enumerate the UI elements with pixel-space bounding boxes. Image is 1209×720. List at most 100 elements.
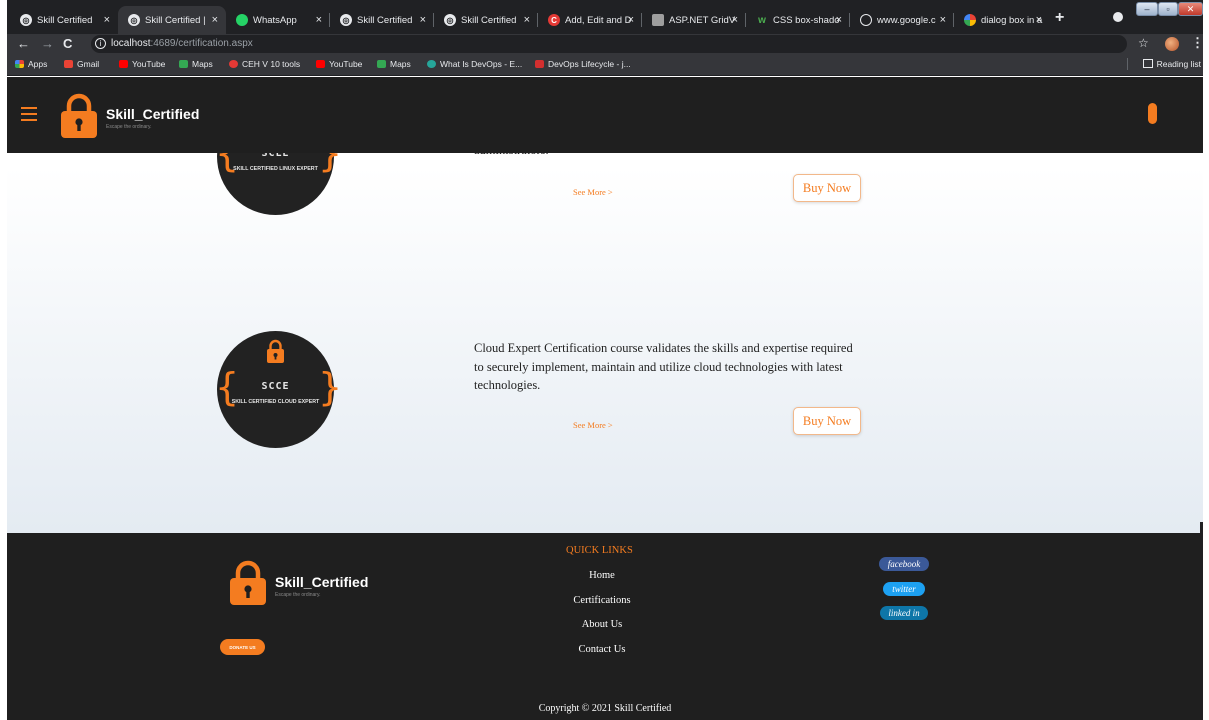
page-content: { } SCLE SKILL CERTIFIED LINUX EXPERT ad… — [7, 77, 1203, 720]
tab-close-icon[interactable]: × — [212, 14, 218, 26]
header-action-button[interactable] — [1148, 103, 1157, 124]
footer-link-about-us[interactable]: About Us — [542, 619, 662, 630]
see-more-link[interactable]: See More > — [573, 420, 613, 430]
url-text[interactable]: localhost:4689/certification.aspx — [111, 38, 253, 49]
bookmark-label: YouTube — [132, 59, 166, 69]
whatsapp-icon — [236, 14, 248, 26]
tab-1[interactable]: ◎ Skill Certified | × — [118, 6, 226, 34]
tab-4[interactable]: ◎ Skill Certified × — [434, 6, 538, 34]
globe-icon: ◎ — [444, 14, 456, 26]
bookmark-label: What Is DevOps - E... — [440, 59, 523, 69]
scrollbar-thumb[interactable] — [1200, 522, 1203, 720]
bookmark-maps[interactable]: Maps — [179, 59, 213, 69]
cert-description: Cloud Expert Certification course valida… — [474, 341, 853, 392]
tab-close-icon[interactable]: × — [1036, 14, 1042, 26]
globe-icon: ◎ — [128, 14, 140, 26]
tab-8[interactable]: www.google.c × — [850, 6, 954, 34]
close-window-icon[interactable]: ✕ — [1178, 2, 1203, 16]
info-icon[interactable]: i — [95, 38, 106, 49]
bookmark-ceh[interactable]: CEH V 10 tools — [229, 59, 300, 69]
bookmark-youtube[interactable]: YouTube — [119, 59, 165, 69]
see-more-link[interactable]: See More > — [573, 187, 613, 197]
bookmarks-bar: Apps Gmail YouTube Maps CEH V 10 tools Y… — [7, 54, 1203, 76]
star-icon[interactable]: ☆ — [1138, 36, 1149, 50]
bookmark-label: Maps — [192, 59, 213, 69]
edureka-icon — [427, 60, 436, 68]
bookmark-youtube-2[interactable]: YouTube — [316, 59, 362, 69]
google-icon — [964, 14, 976, 26]
tab-7[interactable]: w CSS box-shado × — [746, 6, 850, 34]
buy-now-button[interactable]: Buy Now — [793, 174, 861, 202]
footer-link-home[interactable]: Home — [542, 570, 662, 581]
maps-icon — [179, 60, 188, 68]
url-path: :4689/certification.aspx — [150, 38, 253, 49]
tab-0[interactable]: ◎ Skill Certified × — [10, 6, 118, 34]
tab-6[interactable]: ASP.NET GridV × — [642, 6, 746, 34]
buy-now-button[interactable]: Buy Now — [793, 407, 861, 435]
tab-9[interactable]: dialog box in a × — [954, 6, 1050, 34]
youtube-icon — [316, 60, 325, 68]
new-tab-button[interactable]: + — [1055, 9, 1064, 27]
tab-close-icon[interactable]: × — [628, 14, 634, 26]
javatpoint-icon — [535, 60, 544, 68]
address-bar: ← → C i localhost:4689/certification.asp… — [7, 34, 1203, 54]
apps-icon — [15, 60, 24, 68]
linkedin-button[interactable]: linked in — [880, 606, 928, 620]
tab-close-icon[interactable]: × — [524, 14, 530, 26]
omnibox[interactable]: i localhost:4689/certification.aspx — [91, 35, 1127, 53]
bookmark-label: DevOps Lifecycle - j... — [548, 59, 631, 69]
tab-close-icon[interactable]: × — [420, 14, 426, 26]
footer-brand-name: Skill_Certified — [275, 574, 369, 590]
tab-5[interactable]: C Add, Edit and D × — [538, 6, 642, 34]
profile-avatar[interactable] — [1165, 37, 1179, 51]
back-icon[interactable]: ← — [17, 36, 30, 51]
brand-tagline: Escape the ordinary. — [106, 124, 152, 130]
tab-close-icon[interactable]: × — [940, 14, 946, 26]
maximize-icon[interactable]: ▫ — [1158, 2, 1178, 16]
tab-close-icon[interactable]: × — [316, 14, 322, 26]
gmail-icon — [64, 60, 73, 68]
bookmark-apps[interactable]: Apps — [15, 59, 47, 69]
globe-icon — [860, 14, 872, 26]
tab-2[interactable]: WhatsApp × — [226, 6, 330, 34]
url-host: localhost — [111, 38, 151, 49]
copyright-text: Copyright © 2021 Skill Certified — [538, 703, 672, 714]
logo-lock-icon — [61, 93, 97, 138]
facebook-button[interactable]: facebook — [879, 557, 929, 571]
bookmark-devops-lifecycle[interactable]: DevOps Lifecycle - j... — [535, 59, 631, 69]
tab-search-icon[interactable] — [1113, 12, 1123, 22]
tab-close-icon[interactable]: × — [104, 14, 110, 26]
footer-link-contact-us[interactable]: Contact Us — [542, 644, 662, 655]
hamburger-menu-icon[interactable] — [21, 107, 37, 121]
youtube-icon — [119, 60, 128, 68]
browser-window: ◎ Skill Certified × ◎ Skill Certified | … — [7, 0, 1203, 720]
minimize-icon[interactable]: – — [1136, 2, 1158, 16]
kebab-menu-icon[interactable]: ⋮ — [1191, 35, 1203, 51]
tab-close-icon[interactable]: × — [836, 14, 842, 26]
tab-strip: ◎ Skill Certified × ◎ Skill Certified | … — [7, 0, 1203, 34]
reading-list-icon — [1142, 59, 1153, 68]
bookmark-maps-2[interactable]: Maps — [377, 59, 411, 69]
reload-icon[interactable]: C — [63, 36, 72, 51]
tab-close-icon[interactable]: × — [732, 14, 738, 26]
quick-links-title: QUICK LINKS — [566, 545, 633, 556]
badge-subtitle: SKILL CERTIFIED CLOUD EXPERT — [231, 399, 320, 405]
footer-brand-tagline: Escape the ordinary. — [275, 592, 321, 598]
globe-icon: ◎ — [20, 14, 32, 26]
bookmark-gmail[interactable]: Gmail — [64, 59, 99, 69]
bookmark-devops[interactable]: What Is DevOps - E... — [427, 59, 522, 69]
badge-subtitle: SKILL CERTIFIED LINUX EXPERT — [233, 166, 318, 172]
reading-list-button[interactable]: Reading list — [1126, 58, 1201, 70]
bookmark-label: Gmail — [77, 59, 100, 69]
w3schools-icon: w — [758, 14, 766, 26]
reading-list-label: Reading list — [1156, 59, 1201, 69]
lock-icon — [267, 339, 284, 363]
donate-button[interactable]: DONATE US — [220, 639, 265, 655]
forward-icon[interactable]: → — [41, 36, 54, 51]
maps-icon — [377, 60, 386, 68]
c-sharpcorner-icon: C — [548, 14, 560, 26]
brand-name[interactable]: Skill_Certified — [106, 106, 199, 122]
tab-3[interactable]: ◎ Skill Certified × — [330, 6, 434, 34]
footer-link-certifications[interactable]: Certifications — [542, 595, 662, 606]
twitter-button[interactable]: twitter — [883, 582, 925, 596]
